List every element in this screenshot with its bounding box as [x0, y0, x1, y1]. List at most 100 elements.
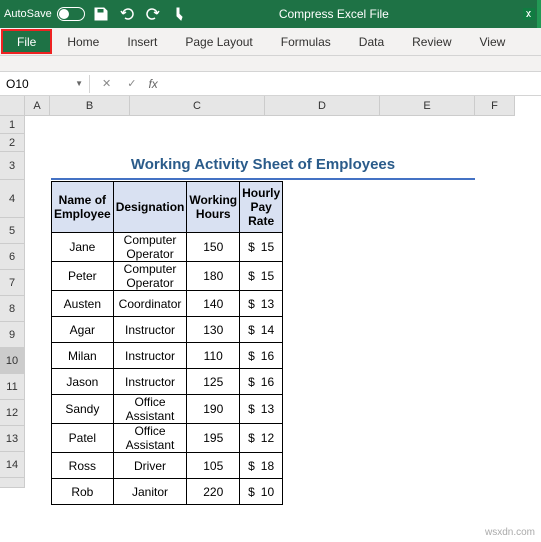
cell-rate[interactable]: $15 — [240, 233, 283, 262]
row-header[interactable]: 14 — [0, 452, 25, 478]
table-row[interactable]: Rob Janitor 220 $10 — [52, 479, 283, 505]
cell-hours[interactable]: 105 — [187, 453, 240, 479]
row-headers: 1 2 3 4 5 6 7 8 9 10 11 12 13 14 — [0, 116, 25, 488]
autosave-toggle[interactable]: AutoSave — [4, 7, 85, 21]
col-header-c[interactable]: C — [130, 96, 265, 116]
cell-designation[interactable]: Instructor — [113, 317, 187, 343]
cell-name[interactable]: Agar — [52, 317, 114, 343]
cell-name[interactable]: Milan — [52, 343, 114, 369]
cell-rate[interactable]: $15 — [240, 262, 283, 291]
tab-insert[interactable]: Insert — [113, 28, 171, 55]
row-header[interactable]: 9 — [0, 322, 25, 348]
table-row[interactable]: Jane Computer Operator 150 $15 — [52, 233, 283, 262]
row-header[interactable]: 7 — [0, 270, 25, 296]
cell-rate[interactable]: $14 — [240, 317, 283, 343]
tab-view[interactable]: View — [466, 28, 520, 55]
name-box[interactable]: O10 ▼ — [0, 75, 90, 93]
column-header-row: A B C D E F — [0, 96, 541, 116]
toggle-off-icon[interactable] — [57, 7, 85, 21]
cell-hours[interactable]: 110 — [187, 343, 240, 369]
cell-hours[interactable]: 195 — [187, 424, 240, 453]
cell-name[interactable]: Jane — [52, 233, 114, 262]
th-designation[interactable]: Designation — [113, 182, 187, 233]
chevron-down-icon[interactable]: ▼ — [75, 79, 83, 88]
save-icon[interactable] — [93, 6, 109, 22]
table-row[interactable]: Patel Office Assistant 195 $12 — [52, 424, 283, 453]
autosave-label: AutoSave — [4, 8, 52, 20]
row-header[interactable]: 13 — [0, 426, 25, 452]
cell-hours[interactable]: 220 — [187, 479, 240, 505]
row-header[interactable]: 1 — [0, 116, 25, 134]
cell-designation[interactable]: Instructor — [113, 369, 187, 395]
col-header-e[interactable]: E — [380, 96, 475, 116]
cell-hours[interactable]: 150 — [187, 233, 240, 262]
col-header-b[interactable]: B — [50, 96, 130, 116]
cell-rate[interactable]: $18 — [240, 453, 283, 479]
cell-hours[interactable]: 190 — [187, 395, 240, 424]
row-header[interactable]: 12 — [0, 400, 25, 426]
cell-rate[interactable]: $13 — [240, 395, 283, 424]
tab-formulas[interactable]: Formulas — [267, 28, 345, 55]
tab-data[interactable]: Data — [345, 28, 398, 55]
row-header[interactable]: 4 — [0, 180, 25, 218]
row-header[interactable]: 5 — [0, 218, 25, 244]
cell-designation[interactable]: Driver — [113, 453, 187, 479]
table-row[interactable]: Sandy Office Assistant 190 $13 — [52, 395, 283, 424]
cell-hours[interactable]: 140 — [187, 291, 240, 317]
cell-designation[interactable]: Office Assistant — [113, 395, 187, 424]
cell-name[interactable]: Peter — [52, 262, 114, 291]
table-row[interactable]: Milan Instructor 110 $16 — [52, 343, 283, 369]
title-underline — [51, 178, 475, 180]
title-bar: AutoSave Compress Excel File — [0, 0, 541, 28]
cell-rate[interactable]: $12 — [240, 424, 283, 453]
table-row[interactable]: Agar Instructor 130 $14 — [52, 317, 283, 343]
sheet-title: Working Activity Sheet of Employees — [51, 156, 475, 176]
cell-name[interactable]: Sandy — [52, 395, 114, 424]
row-header[interactable] — [0, 478, 25, 488]
cell-name[interactable]: Austen — [52, 291, 114, 317]
tab-home[interactable]: Home — [53, 28, 113, 55]
cell-name[interactable]: Jason — [52, 369, 114, 395]
cell-rate[interactable]: $16 — [240, 343, 283, 369]
cell-designation[interactable]: Instructor — [113, 343, 187, 369]
cell-rate[interactable]: $10 — [240, 479, 283, 505]
cell-name[interactable]: Ross — [52, 453, 114, 479]
cell-hours[interactable]: 125 — [187, 369, 240, 395]
table-row[interactable]: Jason Instructor 125 $16 — [52, 369, 283, 395]
col-header-d[interactable]: D — [265, 96, 380, 116]
table-row[interactable]: Ross Driver 105 $18 — [52, 453, 283, 479]
fx-icon[interactable]: fx — [148, 77, 157, 91]
th-rate[interactable]: Hourly Pay Rate — [240, 182, 283, 233]
select-all-corner[interactable] — [0, 96, 25, 116]
cell-name[interactable]: Rob — [52, 479, 114, 505]
tab-file[interactable]: File — [1, 29, 52, 54]
row-header[interactable]: 8 — [0, 296, 25, 322]
excel-logo-icon — [521, 6, 537, 22]
cell-reference: O10 — [6, 77, 29, 91]
th-hours[interactable]: Working Hours — [187, 182, 240, 233]
cell-designation[interactable]: Office Assistant — [113, 424, 187, 453]
cell-hours[interactable]: 180 — [187, 262, 240, 291]
row-header[interactable]: 2 — [0, 134, 25, 152]
row-header[interactable]: 10 — [0, 348, 25, 374]
col-header-f[interactable]: F — [475, 96, 515, 116]
table-row[interactable]: Peter Computer Operator 180 $15 — [52, 262, 283, 291]
row-header[interactable]: 3 — [0, 152, 25, 180]
tab-review[interactable]: Review — [398, 28, 465, 55]
cell-rate[interactable]: $16 — [240, 369, 283, 395]
ribbon-tabs: File Home Insert Page Layout Formulas Da… — [0, 28, 541, 56]
table-row[interactable]: Austen Coordinator 140 $13 — [52, 291, 283, 317]
tab-page-layout[interactable]: Page Layout — [171, 28, 266, 55]
cell-rate[interactable]: $13 — [240, 291, 283, 317]
cell-name[interactable]: Patel — [52, 424, 114, 453]
cell-hours[interactable]: 130 — [187, 317, 240, 343]
row-header[interactable]: 6 — [0, 244, 25, 270]
cell-designation[interactable]: Computer Operator — [113, 262, 187, 291]
th-name[interactable]: Name of Employee — [52, 182, 114, 233]
undo-icon[interactable] — [119, 6, 135, 22]
row-header[interactable]: 11 — [0, 374, 25, 400]
cell-designation[interactable]: Janitor — [113, 479, 187, 505]
cell-designation[interactable]: Coordinator — [113, 291, 187, 317]
col-header-a[interactable]: A — [25, 96, 50, 116]
cell-designation[interactable]: Computer Operator — [113, 233, 187, 262]
